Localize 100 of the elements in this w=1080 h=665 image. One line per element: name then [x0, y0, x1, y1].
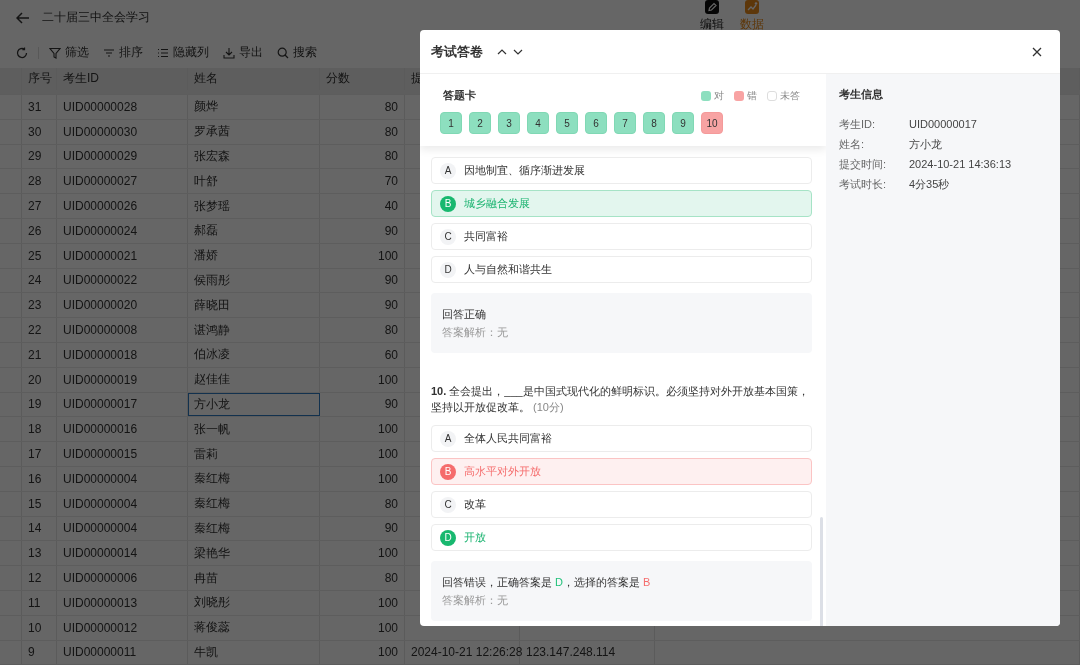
table-cell: 9	[22, 640, 57, 665]
table-cell: UID00000029	[57, 144, 188, 169]
answer-option: C 改革	[431, 491, 812, 518]
table-cell: 张梦瑶	[188, 194, 320, 218]
option-letter: D	[440, 529, 456, 546]
result-text: 回答错误，正确答案是 D，选择的答案是 B	[442, 575, 652, 590]
table-cell: 张一帆	[188, 417, 320, 442]
table-cell: 谌鸿静	[188, 318, 320, 342]
table-cell: UID00000024	[57, 219, 188, 243]
refresh-icon[interactable]	[16, 46, 28, 59]
table-cell: 80	[320, 119, 405, 144]
chevron-up-icon[interactable]	[497, 48, 507, 55]
table-cell: 90	[320, 392, 405, 417]
table-cell: 27	[22, 194, 57, 218]
analysis-text: 答案解析：无	[442, 593, 509, 608]
table-cell: 22	[22, 318, 57, 342]
table-cell: UID00000004	[57, 466, 188, 491]
table-cell: UID00000004	[57, 491, 188, 516]
question-number-button[interactable]: 6	[585, 112, 607, 134]
table-cell: 90	[320, 293, 405, 318]
info-value: 4分35秒	[909, 177, 950, 192]
table-cell: 刘晓彤	[188, 590, 320, 615]
question-number-button[interactable]: 3	[498, 112, 520, 134]
info-value: UID00000017	[909, 117, 977, 132]
legend-label: 对	[714, 88, 724, 103]
table-cell: 100	[320, 466, 405, 491]
table-cell: 12	[22, 566, 57, 590]
table-cell: 28	[22, 169, 57, 194]
answer-option: B 城乡融合发展	[431, 190, 812, 217]
table-cell: 15	[22, 491, 57, 516]
table-cell: 70	[320, 169, 405, 194]
table-cell: 100	[320, 442, 405, 466]
table-cell: UID00000021	[57, 243, 188, 268]
info-label: 考试时长:	[839, 177, 888, 192]
list-icon	[157, 46, 169, 59]
question-number-button[interactable]: 9	[672, 112, 694, 134]
table-cell: 冉苗	[188, 566, 320, 590]
table-cell: UID00000027	[57, 169, 188, 194]
question-number-button[interactable]: 2	[469, 112, 491, 134]
table-cell: 100	[320, 243, 405, 268]
info-value: 方小龙	[909, 137, 942, 152]
table-cell: 26	[22, 219, 57, 243]
table-cell: 叶舒	[188, 169, 320, 194]
column-header: 分数	[320, 68, 405, 90]
table-cell: 60	[320, 342, 405, 367]
option-letter: B	[440, 463, 456, 480]
answer-option: C 共同富裕	[431, 223, 812, 250]
table-cell: UID00000018	[57, 342, 188, 367]
table-cell: 13	[22, 541, 57, 566]
chart-icon	[745, 0, 759, 14]
table-cell: 罗承茜	[188, 119, 320, 144]
table-cell: 薛晓田	[188, 293, 320, 318]
question-number-button[interactable]: 7	[614, 112, 636, 134]
table-cell: 16	[22, 466, 57, 491]
table-cell: UID00000014	[57, 541, 188, 566]
column-header: 姓名	[188, 68, 320, 90]
table-cell: 25	[22, 243, 57, 268]
table-cell: 秦红梅	[188, 466, 320, 491]
table-cell: 17	[22, 442, 57, 466]
chevron-down-icon[interactable]	[513, 48, 523, 55]
table-cell: 100	[320, 615, 405, 640]
table-cell: 100	[320, 367, 405, 392]
filter-icon	[49, 46, 61, 59]
table-cell: 24	[22, 268, 57, 293]
legend-label: 错	[747, 88, 757, 103]
table-cell: 100	[320, 541, 405, 566]
table-cell: 颜烨	[188, 95, 320, 119]
modal-title: 考试答卷	[431, 42, 483, 61]
question-number-button[interactable]: 4	[527, 112, 549, 134]
question-number-button[interactable]: 5	[556, 112, 578, 134]
table-cell: UID00000015	[57, 442, 188, 466]
table-cell: 11	[22, 590, 57, 615]
option-letter: C	[440, 228, 456, 245]
question-number-button[interactable]: 8	[643, 112, 665, 134]
question-number-button[interactable]: 10	[701, 112, 723, 134]
table-cell: 赵佳佳	[188, 367, 320, 392]
table-cell: 80	[320, 491, 405, 516]
back-icon[interactable]	[16, 11, 30, 24]
table-cell: 牛凯	[188, 640, 320, 665]
scrollbar-thumb[interactable]	[820, 517, 823, 626]
legend-swatch	[701, 90, 711, 101]
column-header: 序号	[22, 68, 57, 90]
close-icon[interactable]	[1032, 46, 1042, 57]
table-cell: 100	[320, 417, 405, 442]
table-cell: 40	[320, 194, 405, 218]
question-number-button[interactable]: 1	[440, 112, 462, 134]
table-cell: 31	[22, 95, 57, 119]
table-cell: UID00000020	[57, 293, 188, 318]
table-cell: UID00000019	[57, 367, 188, 392]
sort-icon	[103, 46, 115, 59]
table-cell: 80	[320, 318, 405, 342]
table-cell: UID00000011	[57, 640, 188, 665]
table-cell: 蒋俊蕊	[188, 615, 320, 640]
answer-option: D 人与自然和谐共生	[431, 256, 812, 283]
answer-option: A 全体人民共同富裕	[431, 425, 812, 452]
table-cell: 100	[320, 590, 405, 615]
table-cell: UID00000013	[57, 590, 188, 615]
table-cell: UID00000016	[57, 417, 188, 442]
table-cell: 郝磊	[188, 219, 320, 243]
legend-label: 未答	[780, 88, 800, 103]
